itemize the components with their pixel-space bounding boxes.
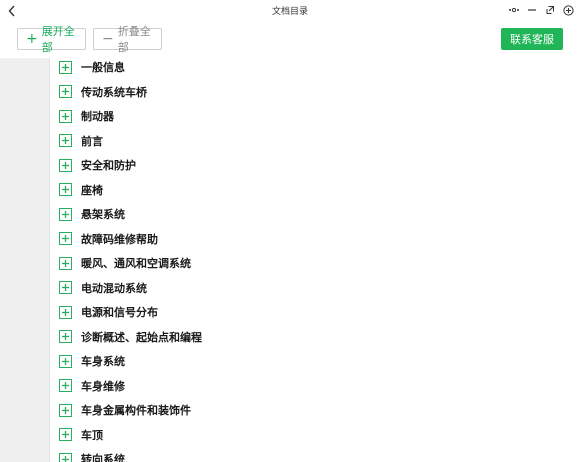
toc-item[interactable]: 一般信息 (59, 58, 125, 76)
toc-item[interactable]: 车身系统 (59, 352, 125, 370)
toc-item-label: 电源和信号分布 (81, 306, 158, 319)
expand-toggle-icon[interactable] (59, 452, 72, 462)
toc-item-label: 暖风、通风和空调系统 (81, 257, 191, 270)
toc-item-label: 车身金属构件和装饰件 (81, 404, 191, 417)
restore-icon (546, 6, 554, 14)
toc-item-label: 座椅 (81, 183, 103, 197)
more-button[interactable] (508, 3, 520, 17)
expand-toggle-icon[interactable] (59, 428, 72, 441)
expand-all-label: 展开全部 (41, 25, 75, 54)
minimize-button[interactable] (526, 3, 538, 17)
content-area: 一般信息 传动系统车桥 制动器 前言 安全和防护 座椅 悬架系统 故障码维修帮助… (0, 58, 580, 462)
add-circle-icon (562, 4, 574, 16)
toc-item-label: 车身维修 (81, 379, 125, 393)
window-title: 文档目录 (271, 7, 308, 17)
expand-all-button[interactable]: + 展开全部 (17, 25, 86, 54)
toc-item[interactable]: 故障码维修帮助 (59, 230, 158, 248)
expand-toggle-icon[interactable] (59, 158, 72, 172)
toc-item-label: 悬架系统 (81, 208, 125, 221)
toc-item-label: 转向系统 (81, 453, 125, 462)
minus-icon: − (102, 31, 114, 47)
expand-toggle-icon[interactable] (59, 207, 72, 221)
toc-item[interactable]: 传动系统车桥 (59, 83, 147, 101)
toc-item[interactable]: 车身维修 (59, 377, 125, 395)
expand-toggle-icon[interactable] (59, 403, 72, 417)
toolbar: + 展开全部 − 折叠全部 联系客服 (0, 22, 580, 58)
toc-item[interactable]: 电动混动系统 (59, 279, 147, 297)
expand-toggle-icon[interactable] (59, 85, 72, 98)
close-button[interactable] (562, 3, 574, 17)
plus-icon: + (26, 31, 38, 47)
toc-item-label: 车身系统 (81, 355, 125, 368)
toc-panel: 一般信息 传动系统车桥 制动器 前言 安全和防护 座椅 悬架系统 故障码维修帮助… (49, 58, 580, 462)
toc-item-label: 故障码维修帮助 (81, 232, 158, 246)
expand-toggle-icon[interactable] (59, 256, 72, 270)
toc-item-label: 前言 (81, 134, 103, 148)
toc-item-label: 传动系统车桥 (81, 85, 147, 99)
toc-item[interactable]: 电源和信号分布 (59, 303, 158, 321)
expand-toggle-icon[interactable] (59, 281, 72, 294)
toc-item-label: 安全和防护 (81, 159, 136, 172)
expand-toggle-icon[interactable] (59, 354, 72, 368)
toc-item[interactable]: 前言 (59, 132, 103, 150)
expand-toggle-icon[interactable] (59, 379, 72, 392)
toc-item-label: 车顶 (81, 428, 103, 442)
chevron-left-icon (8, 5, 15, 17)
toc-item[interactable]: 座椅 (59, 181, 103, 199)
more-icon (509, 7, 519, 13)
toc-item-label: 一般信息 (81, 61, 125, 74)
window-controls (508, 3, 574, 17)
toc-item[interactable]: 转向系统 (59, 450, 125, 462)
title-bar: 文档目录 (0, 0, 580, 22)
toc-item[interactable]: 诊断概述、起始点和编程 (59, 328, 202, 346)
toc-item-label: 制动器 (81, 110, 114, 123)
expand-toggle-icon[interactable] (59, 183, 72, 196)
expand-toggle-icon[interactable] (59, 60, 72, 74)
toc-item-label: 诊断概述、起始点和编程 (81, 330, 202, 344)
minimize-icon (528, 9, 536, 11)
restore-button[interactable] (544, 3, 556, 17)
expand-toggle-icon[interactable] (59, 305, 72, 319)
toc-item[interactable]: 暖风、通风和空调系统 (59, 254, 191, 272)
expand-toggle-icon[interactable] (59, 134, 72, 147)
toc-item[interactable]: 悬架系统 (59, 205, 125, 223)
toc-item[interactable]: 制动器 (59, 107, 114, 125)
contact-support-label: 联系客服 (510, 33, 554, 46)
expand-toggle-icon[interactable] (59, 109, 72, 123)
expand-toggle-icon[interactable] (59, 232, 72, 245)
collapse-all-button[interactable]: − 折叠全部 (93, 25, 162, 54)
expand-toggle-icon[interactable] (59, 330, 72, 343)
back-button[interactable] (4, 2, 20, 20)
toc-item[interactable]: 车顶 (59, 426, 103, 444)
toc-item-label: 电动混动系统 (81, 281, 147, 295)
collapse-all-label: 折叠全部 (117, 25, 151, 54)
toc-item[interactable]: 车身金属构件和装饰件 (59, 401, 191, 419)
toc-item[interactable]: 安全和防护 (59, 156, 136, 174)
contact-support-button[interactable]: 联系客服 (501, 28, 563, 50)
